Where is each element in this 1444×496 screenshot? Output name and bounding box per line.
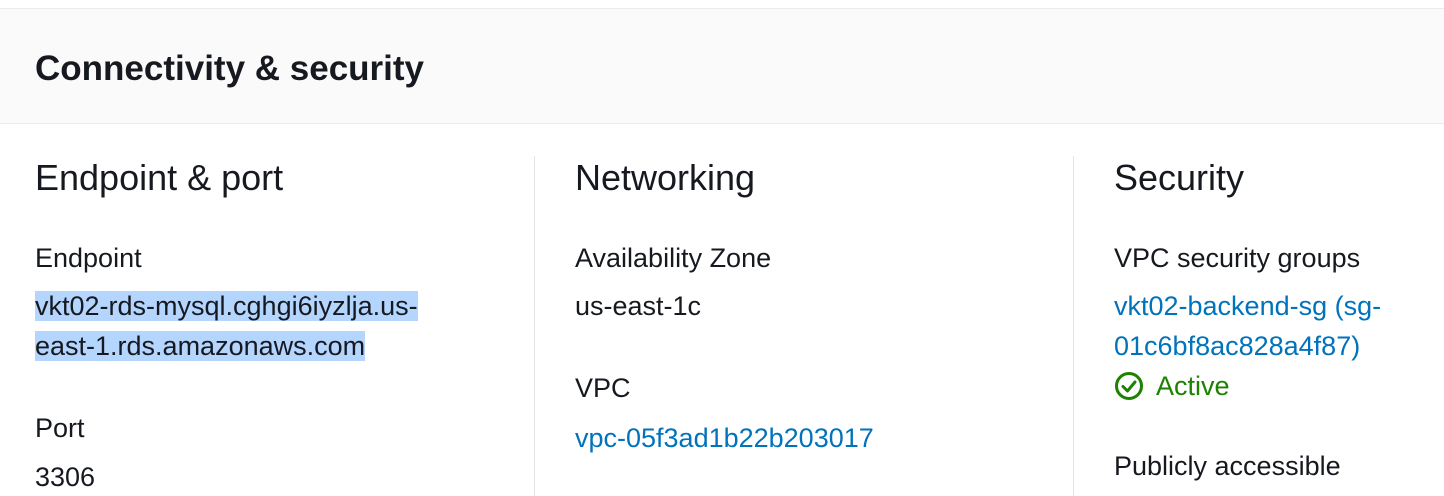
- port-value: 3306: [35, 462, 96, 492]
- panel-header: Connectivity & security: [0, 8, 1444, 124]
- column-divider: [534, 156, 535, 496]
- rds-connectivity-panel: Connectivity & security Endpoint & port …: [0, 0, 1444, 496]
- column-divider: [1073, 156, 1074, 496]
- vpc-link[interactable]: vpc-05f3ad1b22b203017: [575, 418, 874, 458]
- networking-heading: Networking: [575, 157, 756, 198]
- security-group-link[interactable]: vkt02-backend-sg (sg- 01c6bf8ac828a4f87): [1114, 286, 1434, 366]
- availability-zone-value: us-east-1c: [575, 291, 702, 321]
- availability-zone-label: Availability Zone: [575, 243, 772, 273]
- top-strip: [0, 0, 1444, 8]
- endpoint-port-column: Endpoint & port Endpoint vkt02-rds-mysql…: [35, 124, 505, 496]
- networking-column: Networking Availability Zone us-east-1c …: [575, 124, 1045, 496]
- endpoint-value[interactable]: vkt02-rds-mysql.cghgi6iyzlja.us- east-1.…: [35, 286, 465, 366]
- endpoint-value-line-1[interactable]: vkt02-rds-mysql.cghgi6iyzlja.us-: [35, 291, 418, 321]
- security-group-line-1[interactable]: vkt02-backend-sg (sg-: [1114, 286, 1434, 326]
- security-heading: Security: [1114, 157, 1245, 198]
- status-text: Active: [1156, 371, 1230, 401]
- endpoint-port-heading: Endpoint & port: [35, 157, 284, 198]
- endpoint-value-line-2[interactable]: east-1.rds.amazonaws.com: [35, 331, 366, 361]
- security-group-line-2[interactable]: 01c6bf8ac828a4f87): [1114, 326, 1434, 366]
- check-circle-icon: [1114, 371, 1144, 401]
- security-group-status: Active: [1114, 366, 1230, 406]
- port-label: Port: [35, 413, 85, 443]
- endpoint-label: Endpoint: [35, 243, 142, 273]
- publicly-accessible-label: Publicly accessible: [1114, 451, 1341, 481]
- panel-title: Connectivity & security: [35, 49, 424, 88]
- security-column: Security VPC security groups vkt02-backe…: [1114, 124, 1444, 496]
- vpc-label: VPC: [575, 373, 631, 403]
- vpc-security-groups-label: VPC security groups: [1114, 243, 1361, 273]
